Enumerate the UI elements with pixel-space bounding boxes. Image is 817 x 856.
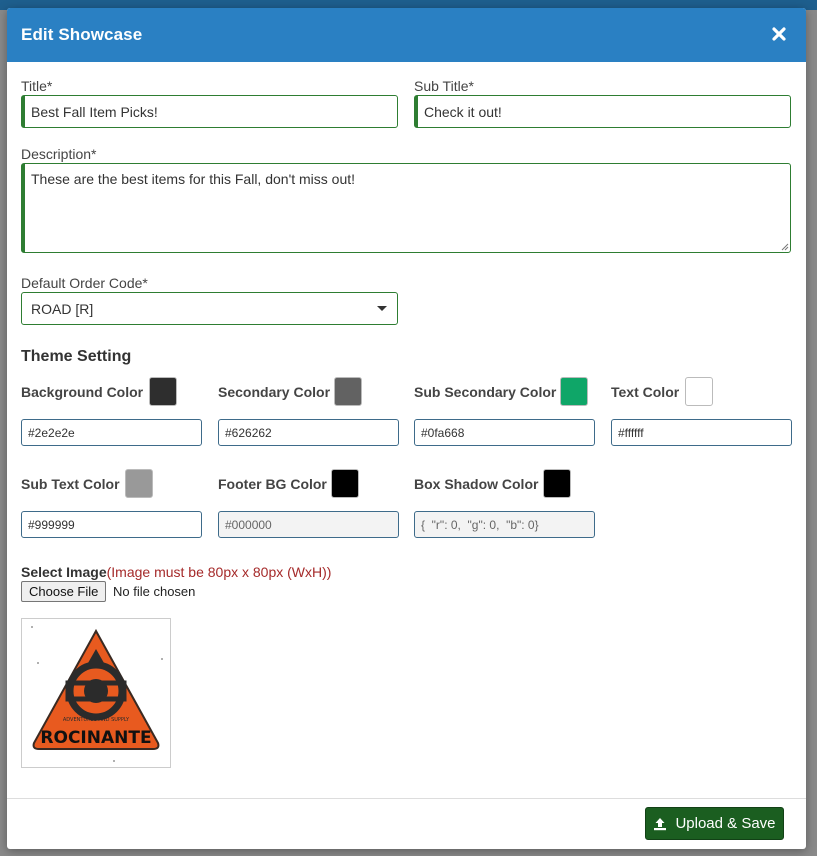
edit-showcase-modal: Edit Showcase Title* Sub Title* Descript…: [7, 8, 806, 849]
text-color-label: Text Color: [611, 384, 680, 400]
image-preview: ADVENTURES AND SUPPLY ROCINANTE: [21, 618, 171, 768]
chevron-down-icon: [377, 306, 387, 311]
upload-icon: [654, 817, 667, 830]
image-size-hint: (Image must be 80px x 80px (WxH)): [106, 564, 332, 580]
select-image-text: Select Image: [21, 564, 107, 580]
upload-save-button[interactable]: Upload & Save: [645, 807, 784, 840]
resize-grip-icon[interactable]: [779, 241, 789, 251]
footer-bg-color-label: Footer BG Color: [218, 476, 327, 492]
sub-secondary-color-label: Sub Secondary Color: [414, 384, 557, 400]
subtitle-input[interactable]: [414, 95, 791, 128]
background-color-label: Background Color: [21, 384, 144, 400]
title-label: Title*: [21, 78, 53, 94]
modal-footer-divider: [7, 798, 806, 799]
logo-text: ROCINANTE: [40, 728, 151, 748]
order-code-value: ROAD [R]: [31, 301, 94, 317]
theme-setting-title: Theme Setting: [21, 348, 132, 365]
choose-file-button[interactable]: Choose File: [21, 581, 107, 602]
sub-text-color-label: Sub Text Color: [21, 476, 120, 492]
file-status-text: No file chosen: [113, 584, 196, 599]
text-color-input[interactable]: [611, 419, 792, 446]
close-button[interactable]: [770, 24, 788, 44]
rocinante-logo-image: ADVENTURES AND SUPPLY ROCINANTE: [22, 619, 170, 767]
background-color-swatch[interactable]: [149, 377, 177, 406]
modal-header: Edit Showcase: [7, 8, 806, 62]
sub-text-color-swatch[interactable]: [125, 469, 153, 498]
sub-text-color-input[interactable]: [21, 511, 202, 538]
sub-secondary-color-input[interactable]: [414, 419, 595, 446]
modal-title: Edit Showcase: [21, 25, 143, 44]
box-shadow-color-input[interactable]: [414, 511, 595, 538]
box-shadow-color-swatch[interactable]: [543, 469, 571, 498]
background-color-input[interactable]: [21, 419, 202, 446]
text-color-swatch[interactable]: [685, 377, 713, 406]
order-code-select[interactable]: ROAD [R]: [21, 292, 398, 325]
title-input[interactable]: [21, 95, 398, 128]
logo-small-text: ADVENTURES AND SUPPLY: [63, 717, 130, 723]
close-icon: [772, 27, 786, 41]
footer-bg-color-input[interactable]: [218, 511, 399, 538]
upload-save-label: Upload & Save: [675, 815, 776, 832]
secondary-color-swatch[interactable]: [334, 377, 362, 406]
footer-bg-color-swatch[interactable]: [331, 469, 359, 498]
box-shadow-color-label: Box Shadow Color: [414, 476, 539, 492]
secondary-color-label: Secondary Color: [218, 384, 331, 400]
sub-secondary-color-swatch[interactable]: [560, 377, 588, 406]
select-image-label: Select Image(Image must be 80px x 80px (…: [21, 564, 331, 580]
secondary-color-input[interactable]: [218, 419, 399, 446]
description-textarea[interactable]: These are the best items for this Fall, …: [21, 163, 791, 253]
description-label: Description*: [21, 146, 97, 162]
subtitle-label: Sub Title*: [414, 78, 474, 94]
order-code-label: Default Order Code*: [21, 275, 148, 291]
